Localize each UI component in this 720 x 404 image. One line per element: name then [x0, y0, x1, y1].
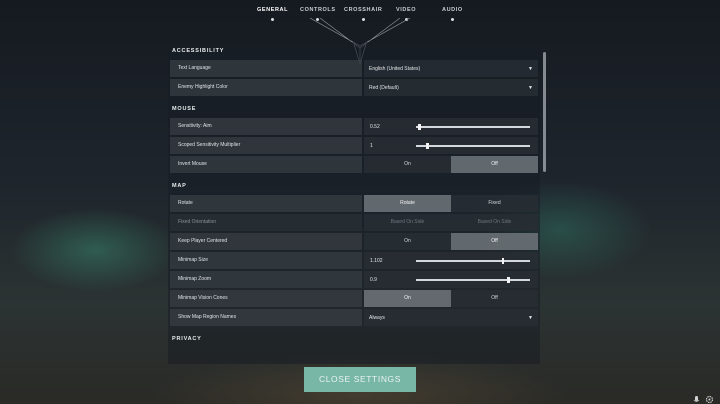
setting-label: Enemy Highlight Color [170, 79, 362, 96]
settings-panel: ACCESSIBILITY Text Language English (Uni… [168, 42, 540, 364]
setting-row-invert-mouse: Invert Mouse On Off [170, 156, 538, 173]
setting-row-vision-cones: Minimap Vision Cones On Off [170, 290, 538, 307]
dropdown-value: English (United States) [369, 65, 421, 72]
tab-general[interactable]: GENERAL [257, 7, 288, 21]
section-title-privacy: PRIVACY [172, 336, 202, 342]
invert-mouse-toggle: On Off [364, 156, 538, 173]
panel-scrollbar[interactable] [543, 52, 546, 172]
option-side-button: Based On Side [390, 219, 425, 225]
section-title-accessibility: ACCESSIBILITY [172, 48, 225, 54]
setting-label: Rotate [170, 195, 362, 212]
settings-icon[interactable] [705, 391, 714, 404]
setting-row-minimap-size: Minimap Size 1.102 [170, 252, 538, 269]
caret-down-icon: ▼ [528, 84, 533, 91]
minimap-size-slider[interactable]: 1.102 [364, 252, 538, 269]
rotate-toggle: Rotate Fixed [364, 195, 538, 212]
tab-audio-label: AUDIO [442, 7, 463, 13]
corner-icons [692, 391, 714, 404]
slider-track[interactable] [416, 257, 530, 264]
option-rotate-button[interactable]: Rotate [364, 195, 451, 212]
setting-label: Scoped Sensitivity Multiplier [170, 137, 362, 154]
dropdown-value: Always [369, 314, 385, 321]
option-on-button[interactable]: On [364, 290, 451, 307]
option-off-button[interactable]: Off [451, 156, 538, 173]
slider-track[interactable] [416, 123, 530, 130]
tab-controls-label: CONTROLS [300, 7, 336, 13]
sensitivity-aim-slider[interactable]: 0.52 [364, 118, 538, 135]
tab-indicator-dot [271, 18, 275, 21]
tab-audio[interactable]: AUDIO [442, 7, 463, 21]
slider-value: 1 [370, 142, 373, 149]
setting-label: Sensitivity: Aim [170, 118, 362, 135]
setting-row-enemy-highlight: Enemy Highlight Color Red (Default) ▼ [170, 79, 538, 96]
setting-row-minimap-zoom: Minimap Zoom 0.9 [170, 271, 538, 288]
slider-value: 0.52 [370, 123, 380, 130]
slider-value: 0.9 [370, 276, 377, 283]
option-on-button[interactable]: On [364, 233, 451, 250]
keep-centered-toggle: On Off [364, 233, 538, 250]
setting-row-fixed-orientation: Fixed Orientation Based On Side Based On… [170, 214, 538, 231]
setting-label: Keep Player Centered [170, 233, 362, 250]
enemy-highlight-dropdown[interactable]: Red (Default) ▼ [364, 79, 538, 96]
slider-thumb[interactable] [426, 142, 429, 149]
setting-row-text-language: Text Language English (United States) ▼ [170, 60, 538, 77]
caret-down-icon: ▼ [528, 65, 533, 72]
setting-label: Fixed Orientation [170, 214, 362, 231]
setting-label: Minimap Size [170, 252, 362, 269]
region-names-dropdown[interactable]: Always ▼ [364, 309, 538, 326]
caret-down-icon: ▼ [528, 314, 533, 321]
section-title-mouse: MOUSE [172, 106, 197, 112]
slider-track[interactable] [416, 142, 530, 149]
setting-label: Show Map Region Names [170, 309, 362, 326]
slider-thumb[interactable] [501, 257, 504, 264]
slider-thumb[interactable] [507, 276, 510, 283]
mic-icon[interactable] [692, 391, 701, 402]
fixed-orientation-toggle: Based On Side Based On Side [364, 214, 538, 231]
option-fixed-button[interactable]: Fixed [451, 195, 538, 212]
option-off-button[interactable]: Off [451, 290, 538, 307]
tab-general-label: GENERAL [257, 7, 289, 13]
slider-track[interactable] [416, 276, 530, 283]
setting-row-rotate: Rotate Rotate Fixed [170, 195, 538, 212]
section-title-map: MAP [172, 183, 187, 189]
setting-label: Text Language [170, 60, 362, 77]
slider-thumb[interactable] [418, 123, 421, 130]
tab-video-label: VIDEO [396, 7, 417, 13]
setting-label: Minimap Vision Cones [170, 290, 362, 307]
dropdown-value: Red (Default) [369, 84, 399, 91]
close-settings-button[interactable]: CLOSE SETTINGS [304, 367, 416, 392]
scoped-multiplier-slider[interactable]: 1 [364, 137, 538, 154]
tab-crosshair-label: CROSSHAIR [344, 7, 383, 13]
option-on-button[interactable]: On [364, 156, 451, 173]
setting-row-scoped-multiplier: Scoped Sensitivity Multiplier 1 [170, 137, 538, 154]
text-language-dropdown[interactable]: English (United States) ▼ [364, 60, 538, 77]
setting-row-keep-player-centered: Keep Player Centered On Off [170, 233, 538, 250]
tab-indicator-dot [450, 18, 454, 21]
minimap-zoom-slider[interactable]: 0.9 [364, 271, 538, 288]
vision-cones-toggle: On Off [364, 290, 538, 307]
option-off-button[interactable]: Off [451, 233, 538, 250]
slider-value: 1.102 [370, 257, 383, 264]
setting-label: Minimap Zoom [170, 271, 362, 288]
setting-row-sensitivity-aim: Sensitivity: Aim 0.52 [170, 118, 538, 135]
option-side-button: Based On Side [477, 219, 512, 225]
setting-label: Invert Mouse [170, 156, 362, 173]
setting-row-region-names: Show Map Region Names Always ▼ [170, 309, 538, 326]
